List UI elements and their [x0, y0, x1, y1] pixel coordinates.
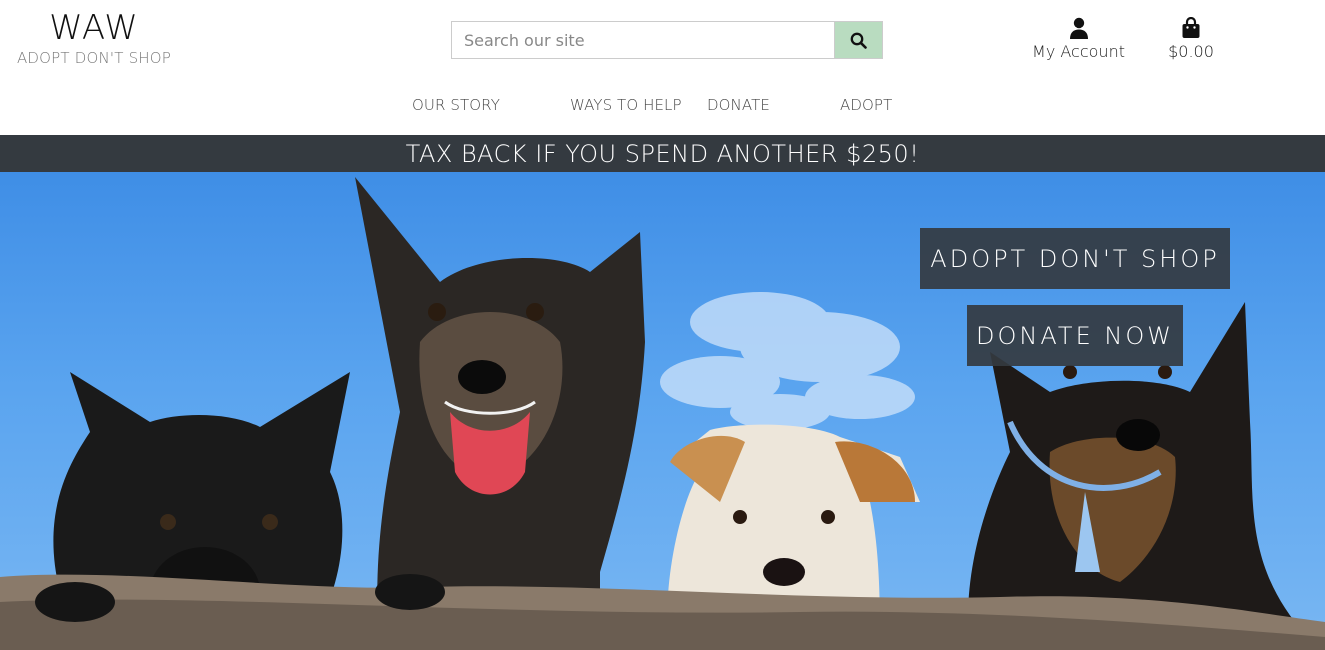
clouds — [660, 292, 915, 430]
main-nav: OUR STORY WAYS TO HELP DONATE ADOPT — [0, 96, 1325, 118]
shopping-bag-icon — [1182, 17, 1200, 38]
search-icon — [850, 32, 867, 49]
user-icon — [1069, 17, 1088, 39]
my-account-label: My Account — [1032, 42, 1125, 61]
adopt-cta-button[interactable]: ADOPT DON'T SHOP — [920, 228, 1230, 289]
brand-tagline: ADOPT DON'T SHOP — [16, 49, 172, 67]
brand-title: WAW — [49, 8, 139, 48]
nav-adopt[interactable]: ADOPT — [840, 96, 892, 114]
hero-section: ADOPT DON'T SHOP DONATE NOW — [0, 172, 1325, 650]
search-form — [451, 21, 883, 59]
nav-donate[interactable]: DONATE — [707, 96, 770, 114]
cart-total: $0.00 — [1168, 42, 1214, 61]
donate-cta-button[interactable]: DONATE NOW — [967, 305, 1183, 366]
nav-ways-to-help[interactable]: WAYS TO HELP — [570, 96, 682, 114]
my-account-link[interactable]: My Account — [1030, 16, 1127, 63]
search-input[interactable] — [451, 21, 834, 59]
promo-banner-text: TAX BACK IF YOU SPEND ANOTHER $250! — [405, 139, 920, 168]
site-header: WAW ADOPT DON'T SHOP My Account — [0, 0, 1325, 135]
promo-banner: TAX BACK IF YOU SPEND ANOTHER $250! — [0, 135, 1325, 172]
cart-link[interactable]: $0.00 — [1163, 16, 1219, 63]
nav-our-story[interactable]: OUR STORY — [412, 96, 500, 114]
search-button[interactable] — [834, 21, 883, 59]
brand-logo[interactable]: WAW ADOPT DON'T SHOP — [12, 10, 176, 69]
